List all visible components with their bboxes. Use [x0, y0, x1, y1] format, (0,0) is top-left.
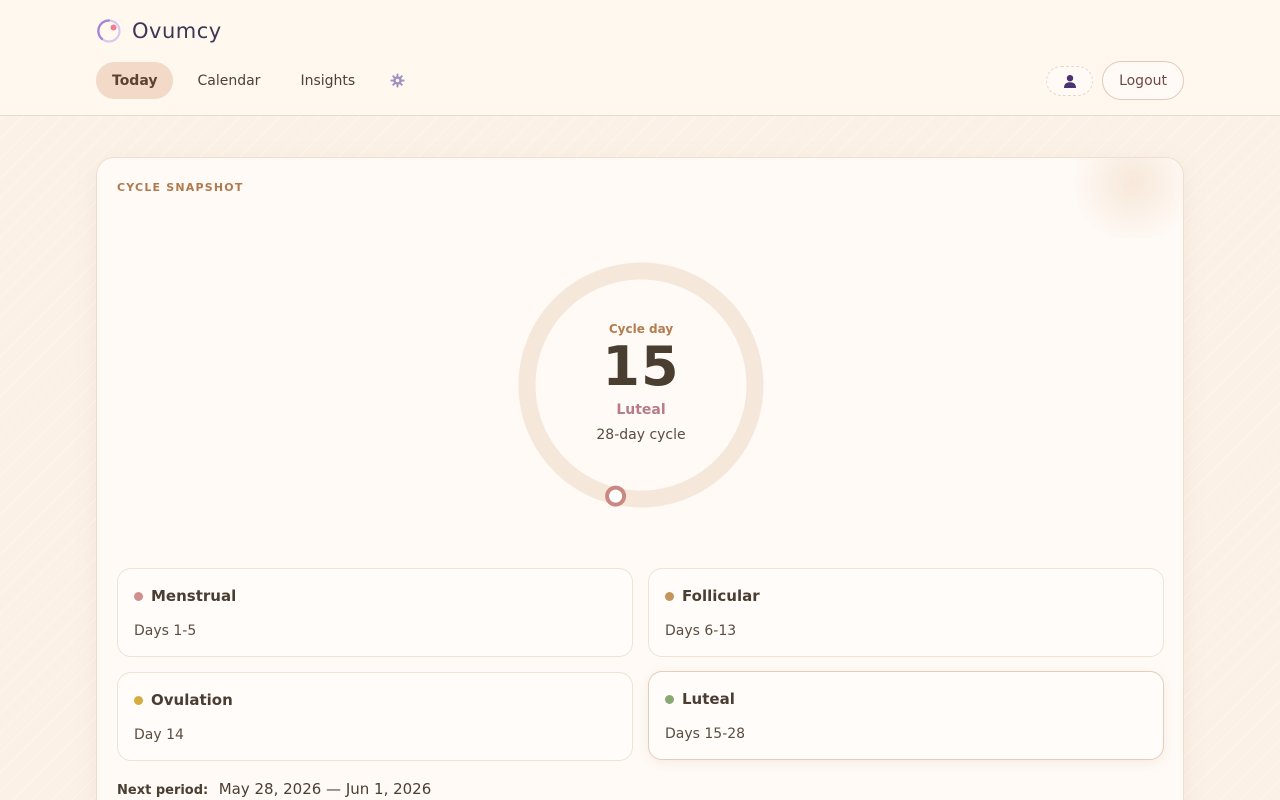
phase-name: Follicular: [682, 587, 760, 605]
tab-insights-label: Insights: [300, 72, 356, 89]
tab-calendar[interactable]: Calendar: [181, 62, 276, 99]
phase-title: Luteal: [665, 690, 735, 708]
card-glow: [1063, 158, 1183, 238]
phase-card-luteal[interactable]: Luteal Days 15-28: [648, 671, 1164, 760]
next-period: Next period: May 28, 2026 — Jun 1, 2026: [117, 780, 431, 798]
app-header: Ovumcy Today Calendar Insights Logout: [0, 0, 1280, 116]
phase-dot-icon: [665, 591, 674, 601]
gear-icon: [390, 73, 405, 88]
header-actions: Logout: [1046, 61, 1184, 100]
phase-dot-icon: [665, 694, 674, 704]
tab-calendar-label: Calendar: [197, 72, 261, 89]
phase-dot-icon: [134, 695, 143, 705]
phase-days: Days 1-5: [134, 623, 197, 639]
cycle-day-number: 15: [602, 334, 680, 398]
phase-card-menstrual[interactable]: Menstrual Days 1-5: [117, 568, 633, 657]
phase-title: Menstrual: [134, 587, 236, 605]
tab-today-label: Today: [112, 72, 158, 89]
phase-dot-icon: [134, 591, 143, 601]
phase-card-follicular[interactable]: Follicular Days 6-13: [648, 568, 1164, 657]
cycle-day-label: Cycle day: [608, 321, 674, 336]
phase-title: Ovulation: [134, 691, 233, 709]
cycle-length: 28-day cycle: [596, 426, 686, 443]
phase-card-ovulation[interactable]: Ovulation Day 14: [117, 672, 633, 761]
next-period-value: May 28, 2026 — Jun 1, 2026: [218, 780, 432, 798]
phase-name: Ovulation: [151, 691, 233, 709]
logout-button[interactable]: Logout: [1102, 61, 1184, 100]
phase-name: Menstrual: [151, 587, 237, 605]
cycle-snapshot-card: CYCLE SNAPSHOT Cycle day 15 Luteal 28-da…: [96, 157, 1184, 800]
phase-days: Days 15-28: [665, 726, 746, 742]
logout-label: Logout: [1119, 72, 1167, 89]
tab-today[interactable]: Today: [96, 62, 174, 99]
tab-insights[interactable]: Insights: [284, 62, 371, 99]
profile-button[interactable]: [1046, 65, 1094, 96]
current-phase-name: Luteal: [616, 401, 666, 418]
ring-center: Cycle day 15 Luteal 28-day cycle: [518, 262, 764, 508]
main-nav: Today Calendar Insights: [96, 62, 416, 99]
phase-days: Days 6-13: [665, 623, 737, 639]
phase-days: Day 14: [134, 727, 184, 743]
brand-name: Ovumcy: [132, 19, 222, 43]
user-icon: [1063, 74, 1076, 88]
section-label: CYCLE SNAPSHOT: [117, 181, 244, 194]
settings-button[interactable]: [379, 62, 416, 99]
brand[interactable]: Ovumcy: [96, 16, 222, 46]
cycle-ring: Cycle day 15 Luteal 28-day cycle: [518, 262, 764, 508]
phase-title: Follicular: [665, 587, 760, 605]
ovumcy-logo-icon: [97, 19, 121, 43]
next-period-label: Next period:: [117, 783, 209, 798]
phase-name: Luteal: [682, 690, 735, 708]
